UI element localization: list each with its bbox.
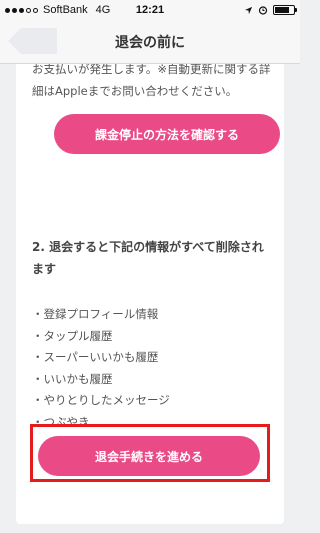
scroll-content[interactable]: お支払いが発生します。※自動更新に関する詳細はAppleまでお問い合わせください… bbox=[0, 64, 300, 533]
list-item: ・タップル履歴 bbox=[32, 328, 113, 343]
list-item: ・スーパーいいかも履歴 bbox=[32, 350, 159, 364]
section-title: 2. 退会すると下記の情報がすべて削除されます bbox=[32, 240, 264, 276]
list-item: ・やりとりしたメッセージ bbox=[32, 393, 170, 407]
billing-notice-text: お支払いが発生します。※自動更新に関する詳細はAppleまでお問い合わせください… bbox=[32, 64, 271, 98]
alarm-icon bbox=[258, 6, 268, 15]
list-item: ・登録プロフィール情報 bbox=[32, 307, 159, 321]
navigation-bar: 退会の前に bbox=[0, 20, 300, 64]
list-item: ・いいかも履歴 bbox=[32, 371, 113, 386]
deleted-items-list: ・登録プロフィール情報 ・タップル履歴 ・スーパーいいかも履歴 ・いいかも履歴 … bbox=[32, 304, 170, 433]
status-bar: SoftBank 4G 12:21 bbox=[0, 0, 300, 20]
location-icon bbox=[244, 6, 253, 14]
check-billing-stop-button[interactable]: 課金停止の方法を確認する bbox=[54, 114, 280, 154]
page-title: 退会の前に bbox=[115, 34, 185, 51]
deletion-info-card: 2. 退会すると下記の情報がすべて削除されます ・登録プロフィール情報 ・タップ… bbox=[16, 214, 284, 524]
proceed-withdrawal-button[interactable]: 退会手続きを進める bbox=[38, 436, 260, 476]
battery-icon bbox=[273, 5, 297, 15]
back-button[interactable] bbox=[6, 27, 58, 55]
